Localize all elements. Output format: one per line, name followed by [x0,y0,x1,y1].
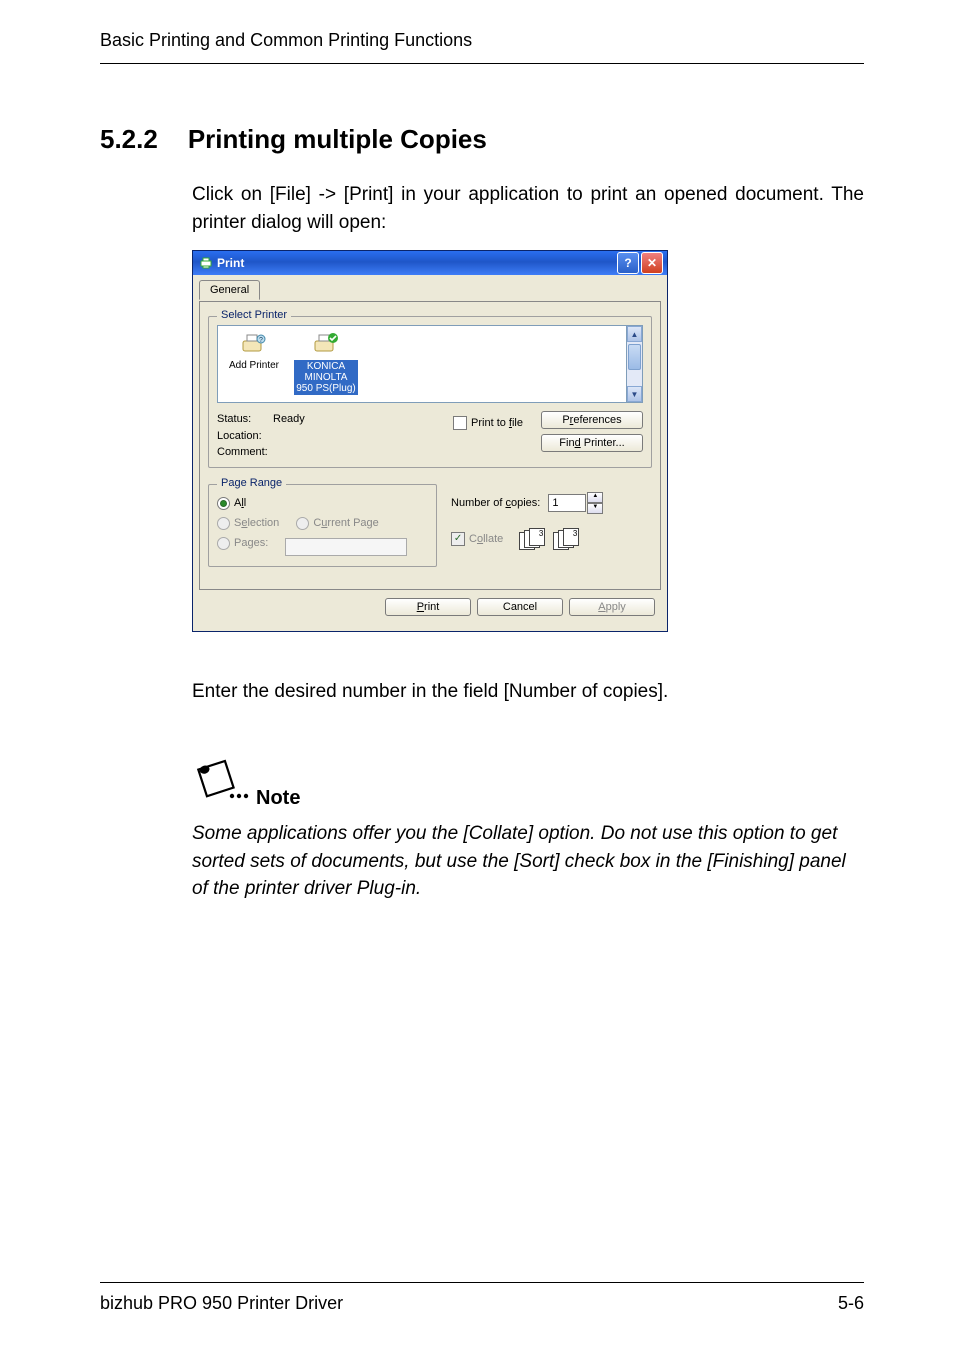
group-page-range: Page Range All Selection [208,484,437,567]
print-to-file-label: Print to file [471,417,523,429]
apply-button: Apply [569,598,655,616]
print-to-file-checkbox[interactable]: Print to file [453,416,523,430]
scroll-down-button[interactable]: ▼ [627,386,642,402]
find-printer-button[interactable]: Find Printer... [541,434,643,452]
section-heading: 5.2.2 Printing multiple Copies [100,124,864,155]
printer-icon [199,256,213,270]
footer-left: bizhub PRO 950 Printer Driver [100,1293,343,1314]
sheet-icon: 3 [563,528,579,546]
printer-icon [310,330,342,358]
radio-all[interactable]: All [217,497,246,510]
checkbox-icon [453,416,467,430]
dialog-title: Print [217,256,244,270]
radio-current-page: Current Page [296,517,378,530]
note-text: Some applications offer you the [Collate… [192,820,864,903]
page-header: Basic Printing and Common Printing Funct… [100,30,864,51]
radio-icon [217,517,230,530]
section-title: Printing multiple Copies [188,124,487,155]
group-select-printer-title: Select Printer [217,309,291,321]
copies-label: Number of copies: [451,497,540,509]
footer-right: 5-6 [838,1293,864,1314]
titlebar-close-button[interactable]: ✕ [641,252,663,274]
printer-list[interactable]: ? Add Printer KONICA MINOLTA 950 PS(Plug… [217,325,627,403]
printer-item-selected-label: KONICA MINOLTA 950 PS(Plug) [294,360,358,395]
collate-label: Collate [469,533,503,545]
page-footer: bizhub PRO 950 Printer Driver 5-6 [100,1282,864,1314]
dialog-titlebar: Print ? ✕ [193,251,667,275]
printer-status-block: Status:Ready Location: Comment: [217,411,429,461]
intro-paragraph: Click on [File] -> [Print] in your appli… [192,181,864,236]
cancel-button[interactable]: Cancel [477,598,563,616]
titlebar-help-button[interactable]: ? [617,252,639,274]
after-paragraph: Enter the desired number in the field [N… [192,678,864,706]
svg-text:?: ? [259,337,263,344]
note-icon [192,751,250,810]
copies-value[interactable]: 1 [548,494,586,512]
printer-item-add[interactable]: ? Add Printer [222,330,286,398]
spin-up-button[interactable]: ▲ [587,492,603,503]
header-rule [100,63,864,64]
status-label: Status: [217,411,273,428]
tab-general[interactable]: General [199,280,260,300]
collate-illustration: 1 2 3 1 2 3 [519,528,581,550]
collate-checkbox: Collate [451,532,503,546]
pages-input [285,538,407,556]
radio-pages: Pages: [217,537,268,550]
radio-all-label: All [234,497,246,509]
location-label: Location: [217,428,273,445]
print-dialog: Print ? ✕ General Select Printer ? [192,250,668,632]
add-printer-icon: ? [238,330,270,358]
group-select-printer: Select Printer ? Add Printer [208,316,652,468]
tab-strip: General [199,279,661,302]
group-page-range-title: Page Range [217,477,286,489]
note-block: Note Some applications offer you the [Co… [192,751,864,903]
print-button[interactable]: Print [385,598,471,616]
radio-icon [217,537,230,550]
copies-spinner[interactable]: 1 ▲ ▼ [548,492,603,514]
printer-item-add-label: Add Printer [222,360,286,371]
radio-selection: Selection [217,517,279,530]
scroll-track[interactable] [627,342,642,386]
scroll-thumb[interactable] [628,344,641,370]
printer-list-scrollbar[interactable]: ▲ ▼ [627,325,643,403]
comment-label: Comment: [217,444,273,461]
note-label: Note [256,787,300,810]
radio-current-page-label: Current Page [313,517,378,529]
printer-item-selected[interactable]: KONICA MINOLTA 950 PS(Plug) [294,330,358,398]
checkbox-icon [451,532,465,546]
radio-icon [296,517,309,530]
radio-selection-label: Selection [234,517,279,529]
radio-pages-label: Pages: [234,537,268,549]
spin-down-button[interactable]: ▼ [587,503,603,514]
section-number: 5.2.2 [100,124,158,155]
sheet-icon: 3 [529,528,545,546]
radio-icon [217,497,230,510]
preferences-button[interactable]: Preferences [541,411,643,429]
scroll-up-button[interactable]: ▲ [627,326,642,342]
status-value: Ready [273,413,305,425]
